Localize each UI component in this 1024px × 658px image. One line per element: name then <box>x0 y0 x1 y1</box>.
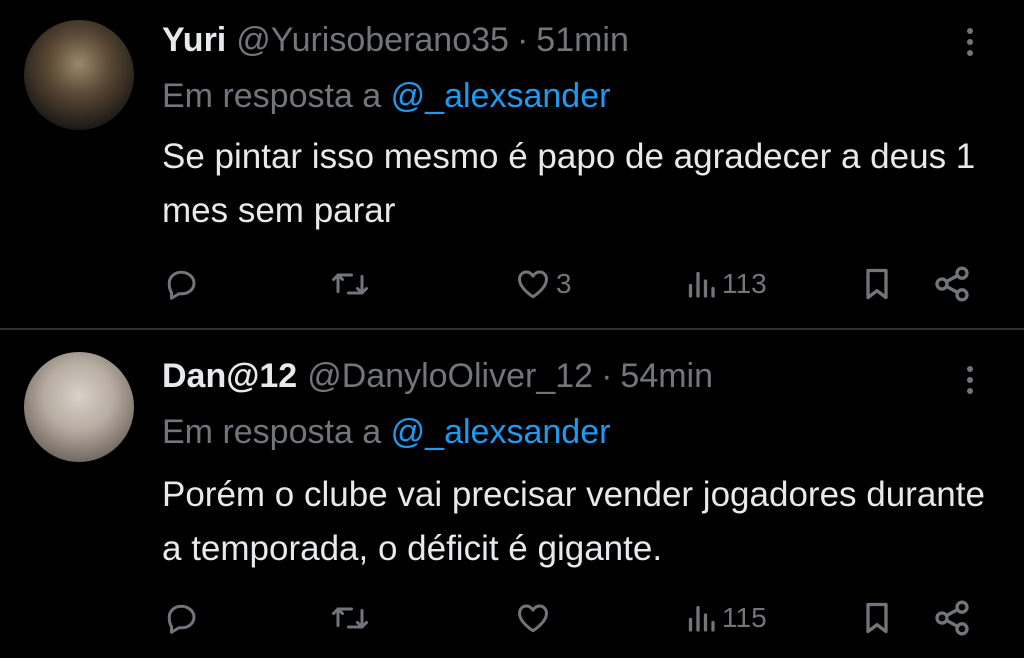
display-name[interactable]: Dan@12 <box>162 357 297 395</box>
user-handle[interactable]: @DanyloOliver_12 <box>307 357 593 395</box>
share-button[interactable] <box>932 256 972 312</box>
timestamp[interactable]: 51min <box>536 21 629 59</box>
bookmark-icon <box>866 602 888 634</box>
avatar[interactable] <box>24 20 134 130</box>
reply-button[interactable] <box>164 256 204 312</box>
reply-prefix: Em resposta a <box>162 413 382 451</box>
reply-mention-link[interactable]: @_alexsander <box>391 413 611 451</box>
share-icon <box>935 600 969 636</box>
share-button[interactable] <box>932 590 972 646</box>
avatar[interactable] <box>24 352 134 462</box>
reply-context: Em resposta a @_alexsander <box>162 412 610 452</box>
share-icon <box>935 266 969 302</box>
tweet[interactable]: Yuri @Yurisoberano35 · 51min Em resposta a … <box>0 0 1024 328</box>
bookmark-button[interactable] <box>860 590 894 646</box>
views-icon <box>688 605 715 632</box>
view-count: 115 <box>722 602 767 633</box>
display-name[interactable]: Yuri <box>162 21 226 59</box>
separator: · <box>601 357 613 395</box>
tweet-text: Se pintar isso mesmo é papo de agradecer… <box>162 137 976 230</box>
tweet[interactable]: Dan@12 @DanyloOliver_12 · 54min Em resposta… <box>0 330 1024 658</box>
retweet-button[interactable] <box>330 256 374 312</box>
retweet-button[interactable] <box>330 590 374 646</box>
reply-button[interactable] <box>164 590 204 646</box>
retweet-icon <box>332 273 368 295</box>
view-count: 113 <box>722 268 767 299</box>
views-button[interactable]: 115 <box>684 590 767 646</box>
more-icon[interactable] <box>958 360 982 400</box>
views-button[interactable]: 113 <box>684 256 767 312</box>
tweet-text: Porém o clube vai precisar vender jogado… <box>162 475 985 568</box>
reply-icon <box>167 604 196 634</box>
reply-mention-link[interactable]: @_alexsander <box>391 77 611 115</box>
like-count: 3 <box>556 268 572 299</box>
user-handle[interactable]: @Yurisoberano35 <box>236 21 509 59</box>
reply-context: Em resposta a @_alexsander <box>162 76 610 116</box>
bookmark-icon <box>866 268 888 300</box>
tweet-header: Yuri @Yurisoberano35 · 51min <box>162 20 629 60</box>
bookmark-button[interactable] <box>860 256 894 312</box>
separator: · <box>516 21 529 59</box>
timestamp[interactable]: 54min <box>620 357 713 395</box>
tweet-actions: 115 <box>0 590 1024 646</box>
like-button[interactable] <box>514 590 556 646</box>
heart-icon <box>518 270 548 299</box>
views-icon <box>688 271 715 298</box>
reply-icon <box>167 270 196 300</box>
retweet-icon <box>332 607 368 629</box>
reply-prefix: Em resposta a <box>162 77 382 115</box>
tweet-actions: 3 113 <box>0 256 1024 312</box>
like-button[interactable]: 3 <box>514 256 572 312</box>
tweet-header: Dan@12 @DanyloOliver_12 · 54min <box>162 356 713 396</box>
heart-icon <box>518 604 548 633</box>
more-icon[interactable] <box>958 22 982 62</box>
